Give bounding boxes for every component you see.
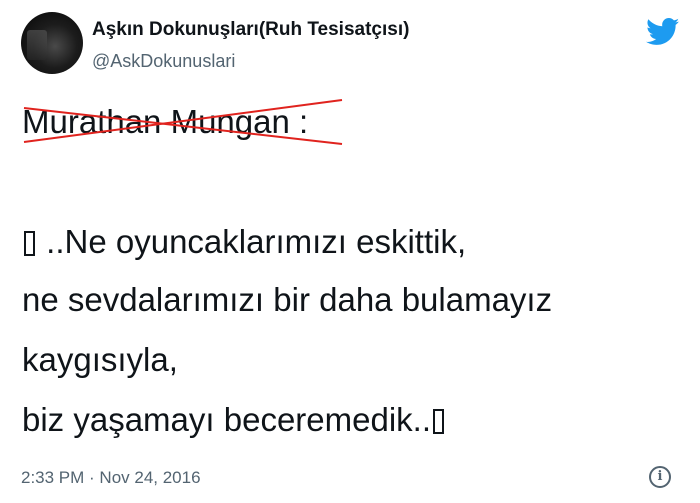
tweet-header: Aşkın Dokunuşları(Ruh Tesisatçısı) @AskD… <box>0 0 700 90</box>
tweet-line-3: ne sevdalarımızı bir daha bulamayız <box>22 281 553 318</box>
tweet-line-1: Murathan Mungan : <box>22 99 343 145</box>
twitter-logo-icon[interactable] <box>646 18 680 46</box>
author-handle[interactable]: @AskDokunuslari <box>92 51 235 72</box>
tweet-line-5: biz yaşamayı beceremedik.. <box>22 400 446 440</box>
tweet-line-2: ..Ne oyuncaklarımızı eskittik, <box>22 222 466 262</box>
avatar-image-detail <box>27 30 47 60</box>
tweet-timestamp[interactable]: 2:33 PM · Nov 24, 2016 <box>21 468 201 488</box>
author-display-name[interactable]: Aşkın Dokunuşları(Ruh Tesisatçısı) <box>92 19 409 41</box>
missing-emoji-glyph <box>24 231 35 256</box>
tweet-line-5-text: biz yaşamayı beceremedik.. <box>22 401 432 438</box>
info-icon[interactable]: i <box>649 466 671 488</box>
missing-emoji-glyph <box>433 409 445 434</box>
red-strikethrough-marks <box>23 99 343 145</box>
struck-author-name: Murathan Mungan <box>22 99 343 145</box>
tweet-line-2-text: ..Ne oyuncaklarımızı eskittik, <box>37 223 467 260</box>
avatar[interactable] <box>21 12 83 74</box>
tweet-line-4: kaygısıyla, <box>22 341 178 378</box>
